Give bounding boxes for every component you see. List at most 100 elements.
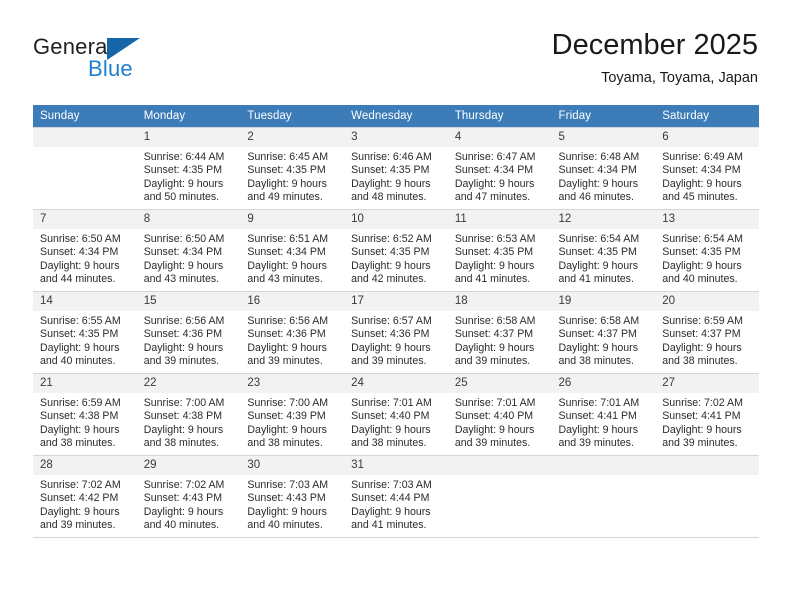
sunrise-text: Sunrise: 6:50 AM [143, 233, 225, 245]
day-number: 29 [136, 456, 241, 475]
daylight-text-line1: Daylight: 9 hours [247, 423, 327, 436]
sunrise-text: Sunrise: 7:00 AM [247, 397, 329, 409]
sunset-text: Sunset: 4:38 PM [143, 410, 223, 423]
day-cell[interactable]: 10 Sunrise: 6:52 AM Sunset: 4:35 PM Dayligh… [344, 209, 448, 292]
daylight-text-line1: Daylight: 9 hours [351, 341, 431, 354]
day-cell[interactable]: 28 Sunrise: 7:02 AM Sunset: 4:42 PM Dayligh… [33, 455, 137, 538]
general-blue-logo[interactable]: General Blue [33, 34, 213, 84]
day-cell[interactable]: 7 Sunrise: 6:50 AM Sunset: 4:34 PM Daylight… [33, 209, 137, 292]
day-cell[interactable]: 3 Sunrise: 6:46 AM Sunset: 4:35 PM Daylight… [344, 127, 448, 210]
daylight-text-line1: Daylight: 9 hours [454, 341, 535, 354]
day-cell[interactable]: 6 Sunrise: 6:49 AM Sunset: 4:34 PM Daylight… [655, 127, 759, 210]
day-number: 15 [136, 292, 241, 311]
day-cell[interactable]: 29 Sunrise: 7:02 AM Sunset: 4:43 PM Dayligh… [136, 455, 241, 538]
day-cell[interactable]: 17 Sunrise: 6:57 AM Sunset: 4:36 PM Dayligh… [344, 291, 448, 374]
sunrise-text: Sunrise: 6:48 AM [558, 151, 640, 163]
sunset-text: Sunset: 4:37 PM [662, 328, 741, 341]
daylight-text-line1: Daylight: 9 hours [247, 259, 327, 272]
day-cell[interactable]: 9 Sunrise: 6:51 AM Sunset: 4:34 PM Daylight… [240, 209, 345, 292]
sunset-text: Sunset: 4:35 PM [454, 246, 534, 259]
day-details: Sunrise: 7:01 AM Sunset: 4:40 PM Daylight:… [448, 393, 552, 451]
day-cell[interactable]: 12 Sunrise: 6:54 AM Sunset: 4:35 PM Dayligh… [551, 209, 656, 292]
day-cell[interactable]: 16 Sunrise: 6:56 AM Sunset: 4:36 PM Dayligh… [240, 291, 345, 374]
day-number: 24 [344, 374, 448, 393]
page-header: General Blue December 2025 Toyama, Toyam… [0, 0, 792, 100]
day-number: 12 [551, 210, 656, 229]
calendar-table: Sunday Monday Tuesday Wednesday Thursday… [33, 105, 759, 538]
title-block: December 2025 Toyama, Toyama, Japan [552, 28, 758, 88]
day-number: 28 [33, 456, 137, 475]
daylight-text-line2: and 39 minutes. [558, 437, 634, 450]
day-cell[interactable]: 22 Sunrise: 7:00 AM Sunset: 4:38 PM Dayligh… [136, 373, 241, 456]
day-cell[interactable]: 30 Sunrise: 7:03 AM Sunset: 4:43 PM Dayligh… [240, 455, 345, 538]
day-cell[interactable]: 19 Sunrise: 6:58 AM Sunset: 4:37 PM Dayligh… [551, 291, 656, 374]
sunset-text: Sunset: 4:35 PM [351, 164, 430, 177]
day-cell[interactable]: 13 Sunrise: 6:54 AM Sunset: 4:35 PM Dayligh… [655, 209, 759, 292]
day-cell[interactable]: 8 Sunrise: 6:50 AM Sunset: 4:34 PM Daylight… [136, 209, 241, 292]
sunset-text: Sunset: 4:43 PM [143, 492, 223, 505]
daylight-text-line1: Daylight: 9 hours [558, 423, 639, 436]
sunset-text: Sunset: 4:41 PM [662, 410, 741, 423]
day-number: 4 [447, 128, 552, 147]
day-number: 17 [344, 292, 448, 311]
day-cell-empty [655, 455, 759, 538]
sunrise-text: Sunrise: 7:02 AM [40, 479, 121, 491]
day-details: Sunrise: 6:50 AM Sunset: 4:34 PM Daylight:… [33, 229, 137, 287]
daylight-text-line2: and 38 minutes. [351, 437, 427, 450]
day-details: Sunrise: 6:58 AM Sunset: 4:37 PM Daylight:… [552, 311, 656, 369]
daylight-text-line1: Daylight: 9 hours [40, 341, 120, 354]
day-cell[interactable]: 2 Sunrise: 6:45 AM Sunset: 4:35 PM Daylight… [240, 127, 345, 210]
weekday-header-thursday: Thursday [447, 105, 552, 128]
daylight-text-line1: Daylight: 9 hours [662, 341, 742, 354]
day-cell[interactable]: 27 Sunrise: 7:02 AM Sunset: 4:41 PM Dayligh… [655, 373, 759, 456]
daylight-text-line2: and 41 minutes. [558, 273, 634, 286]
day-cell[interactable]: 4 Sunrise: 6:47 AM Sunset: 4:34 PM Daylight… [447, 127, 552, 210]
day-details: Sunrise: 6:51 AM Sunset: 4:34 PM Daylight:… [240, 229, 344, 287]
calendar-page: General Blue December 2025 Toyama, Toyam… [0, 0, 792, 612]
day-number: 1 [136, 128, 241, 147]
day-cell[interactable]: 23 Sunrise: 7:00 AM Sunset: 4:39 PM Dayligh… [240, 373, 345, 456]
day-details: Sunrise: 6:50 AM Sunset: 4:34 PM Daylight:… [137, 229, 241, 287]
day-cell[interactable]: 11 Sunrise: 6:53 AM Sunset: 4:35 PM Dayligh… [447, 209, 552, 292]
day-cell[interactable]: 24 Sunrise: 7:01 AM Sunset: 4:40 PM Dayligh… [344, 373, 448, 456]
daylight-text-line1: Daylight: 9 hours [351, 259, 431, 272]
day-number: 27 [655, 374, 759, 393]
day-number: 2 [240, 128, 345, 147]
day-details: Sunrise: 6:52 AM Sunset: 4:35 PM Daylight:… [344, 229, 448, 287]
day-number [447, 456, 552, 475]
day-cell[interactable]: 21 Sunrise: 6:59 AM Sunset: 4:38 PM Dayligh… [33, 373, 137, 456]
calendar-week-row: 14 Sunrise: 6:55 AM Sunset: 4:35 PM Dayligh… [33, 291, 759, 374]
sunrise-text: Sunrise: 6:45 AM [247, 151, 329, 163]
day-cell[interactable]: 5 Sunrise: 6:48 AM Sunset: 4:34 PM Daylight… [551, 127, 656, 210]
day-cell[interactable]: 26 Sunrise: 7:01 AM Sunset: 4:41 PM Dayligh… [551, 373, 656, 456]
calendar-week-row: 7 Sunrise: 6:50 AM Sunset: 4:34 PM Daylight… [33, 209, 759, 292]
day-cell[interactable]: 1 Sunrise: 6:44 AM Sunset: 4:35 PM Daylight… [136, 127, 241, 210]
day-number: 13 [655, 210, 759, 229]
daylight-text-line1: Daylight: 9 hours [662, 423, 742, 436]
daylight-text-line2: and 47 minutes. [454, 191, 531, 204]
day-cell[interactable]: 25 Sunrise: 7:01 AM Sunset: 4:40 PM Dayligh… [447, 373, 552, 456]
calendar-week-row: 1 Sunrise: 6:44 AM Sunset: 4:35 PM Daylight… [33, 127, 759, 210]
daylight-text-line1: Daylight: 9 hours [247, 505, 327, 518]
day-cell-empty [447, 455, 552, 538]
sunrise-text: Sunrise: 6:59 AM [40, 397, 121, 409]
sunset-text: Sunset: 4:39 PM [247, 410, 326, 423]
sunset-text: Sunset: 4:40 PM [351, 410, 430, 423]
daylight-text-line2: and 50 minutes. [143, 191, 220, 204]
day-cell[interactable]: 18 Sunrise: 6:58 AM Sunset: 4:37 PM Dayligh… [447, 291, 552, 374]
calendar-week-row: 28 Sunrise: 7:02 AM Sunset: 4:42 PM Dayligh… [33, 455, 759, 538]
daylight-text-line1: Daylight: 9 hours [351, 505, 431, 518]
day-cell[interactable]: 14 Sunrise: 6:55 AM Sunset: 4:35 PM Dayligh… [33, 291, 137, 374]
daylight-text-line2: and 43 minutes. [143, 273, 220, 286]
day-details: Sunrise: 7:03 AM Sunset: 4:43 PM Daylight:… [240, 475, 344, 533]
day-number: 26 [551, 374, 656, 393]
day-number: 10 [344, 210, 448, 229]
sunrise-text: Sunrise: 6:51 AM [247, 233, 329, 245]
day-details: Sunrise: 6:49 AM Sunset: 4:34 PM Daylight:… [655, 147, 759, 205]
daylight-text-line1: Daylight: 9 hours [351, 177, 431, 190]
day-cell[interactable]: 15 Sunrise: 6:56 AM Sunset: 4:36 PM Dayligh… [136, 291, 241, 374]
day-details: Sunrise: 6:56 AM Sunset: 4:36 PM Daylight:… [240, 311, 344, 369]
day-cell[interactable]: 20 Sunrise: 6:59 AM Sunset: 4:37 PM Dayligh… [655, 291, 759, 374]
sunrise-text: Sunrise: 6:47 AM [454, 151, 536, 163]
day-cell[interactable]: 31 Sunrise: 7:03 AM Sunset: 4:44 PM Dayligh… [344, 455, 448, 538]
